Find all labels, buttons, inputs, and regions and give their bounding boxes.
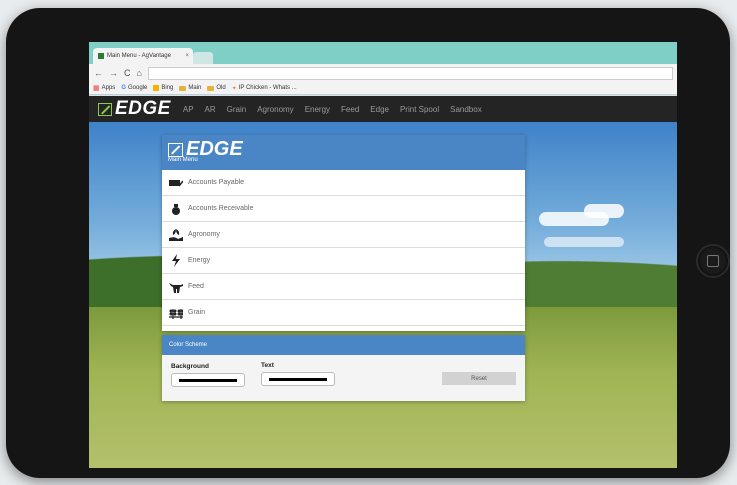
panel-subtitle: Main Menu [168, 157, 198, 163]
home-icon[interactable]: ⌂ [137, 68, 142, 78]
address-bar[interactable] [147, 66, 673, 80]
menu-item-accounts-payable[interactable]: Accounts Payable [162, 170, 525, 196]
favicon-icon [98, 53, 104, 59]
reset-button[interactable]: Reset [442, 372, 516, 385]
nav-agronomy[interactable]: Agronomy [257, 105, 293, 114]
folder-icon [207, 85, 215, 91]
menu-item-agronomy[interactable]: Agronomy [162, 222, 525, 248]
color-scheme-panel: Color Scheme Background Text Reset [162, 335, 525, 401]
plant-hand-icon [169, 229, 183, 241]
lightning-icon [169, 254, 183, 267]
forward-icon[interactable]: → [109, 68, 118, 78]
menu-item-grain[interactable]: Grain [162, 300, 525, 326]
cow-icon [169, 281, 183, 293]
close-tab-icon[interactable]: × [185, 53, 189, 59]
text-color-picker[interactable] [261, 372, 335, 386]
reload-icon[interactable]: C [124, 68, 131, 78]
edge-logo-icon [98, 102, 112, 116]
nav-edge[interactable]: Edge [370, 105, 389, 114]
nav-ar[interactable]: AR [205, 105, 216, 114]
main-menu-panel: EDGE Main Menu Accounts Payable Accounts… [162, 135, 525, 331]
new-tab-button[interactable] [193, 52, 213, 64]
menu-item-feed[interactable]: Feed [162, 274, 525, 300]
color-scheme-title: Color Scheme [162, 335, 525, 355]
bookmarks-bar: ▦ Apps G Google Bing Main Old ✦ IP Chicken … [89, 82, 677, 95]
edge-logo[interactable]: EDGE [98, 98, 171, 120]
cloud [584, 204, 624, 218]
site-nav: EDGE AP AR Grain Agronomy Energy Feed Ed… [89, 96, 677, 122]
text-label: Text [261, 362, 274, 369]
browser-tab[interactable]: Main Menu - AgVantage × [93, 48, 193, 64]
nav-grain[interactable]: Grain [227, 105, 247, 114]
bookmark-google[interactable]: G Google [121, 85, 147, 91]
tab-title: Main Menu - AgVantage [107, 53, 171, 59]
home-button[interactable] [696, 244, 730, 278]
background-color-picker[interactable] [171, 373, 245, 387]
folder-icon [179, 85, 187, 91]
apps-icon: ▦ [93, 85, 100, 92]
background-label: Background [171, 363, 209, 370]
back-icon[interactable]: ← [94, 68, 103, 78]
chicken-icon: ✦ [231, 85, 237, 92]
nav-feed[interactable]: Feed [341, 105, 359, 114]
nav-energy[interactable]: Energy [305, 105, 330, 114]
nav-sandbox[interactable]: Sandbox [450, 105, 482, 114]
menu-item-accounts-receivable[interactable]: Accounts Receivable [162, 196, 525, 222]
screen: Main Menu - AgVantage × ← → C ⌂ ▦ Apps GG… [89, 42, 677, 468]
wheat-icon [169, 307, 183, 319]
google-icon: G [121, 85, 126, 91]
tab-bar: Main Menu - AgVantage × [89, 42, 677, 64]
browser-toolbar: ← → C ⌂ [89, 64, 677, 82]
edge-logo-icon [168, 142, 183, 157]
nav-ap[interactable]: AP [183, 105, 194, 114]
checkbook-icon [169, 177, 183, 189]
bookmark-bing[interactable]: Bing [153, 85, 173, 91]
bookmark-old[interactable]: Old [207, 85, 226, 91]
menu-item-energy[interactable]: Energy [162, 248, 525, 274]
bing-icon [153, 85, 160, 91]
background-color-swatch [179, 379, 237, 382]
nav-print-spool[interactable]: Print Spool [400, 105, 439, 114]
money-bag-icon [169, 203, 183, 215]
bookmark-ip-chicken[interactable]: ✦ IP Chicken - Whats ... [232, 85, 297, 92]
panel-header: EDGE Main Menu [162, 135, 525, 170]
bookmark-main[interactable]: Main [179, 85, 201, 91]
text-color-swatch [269, 378, 327, 381]
bookmark-apps[interactable]: ▦ Apps [93, 84, 115, 92]
